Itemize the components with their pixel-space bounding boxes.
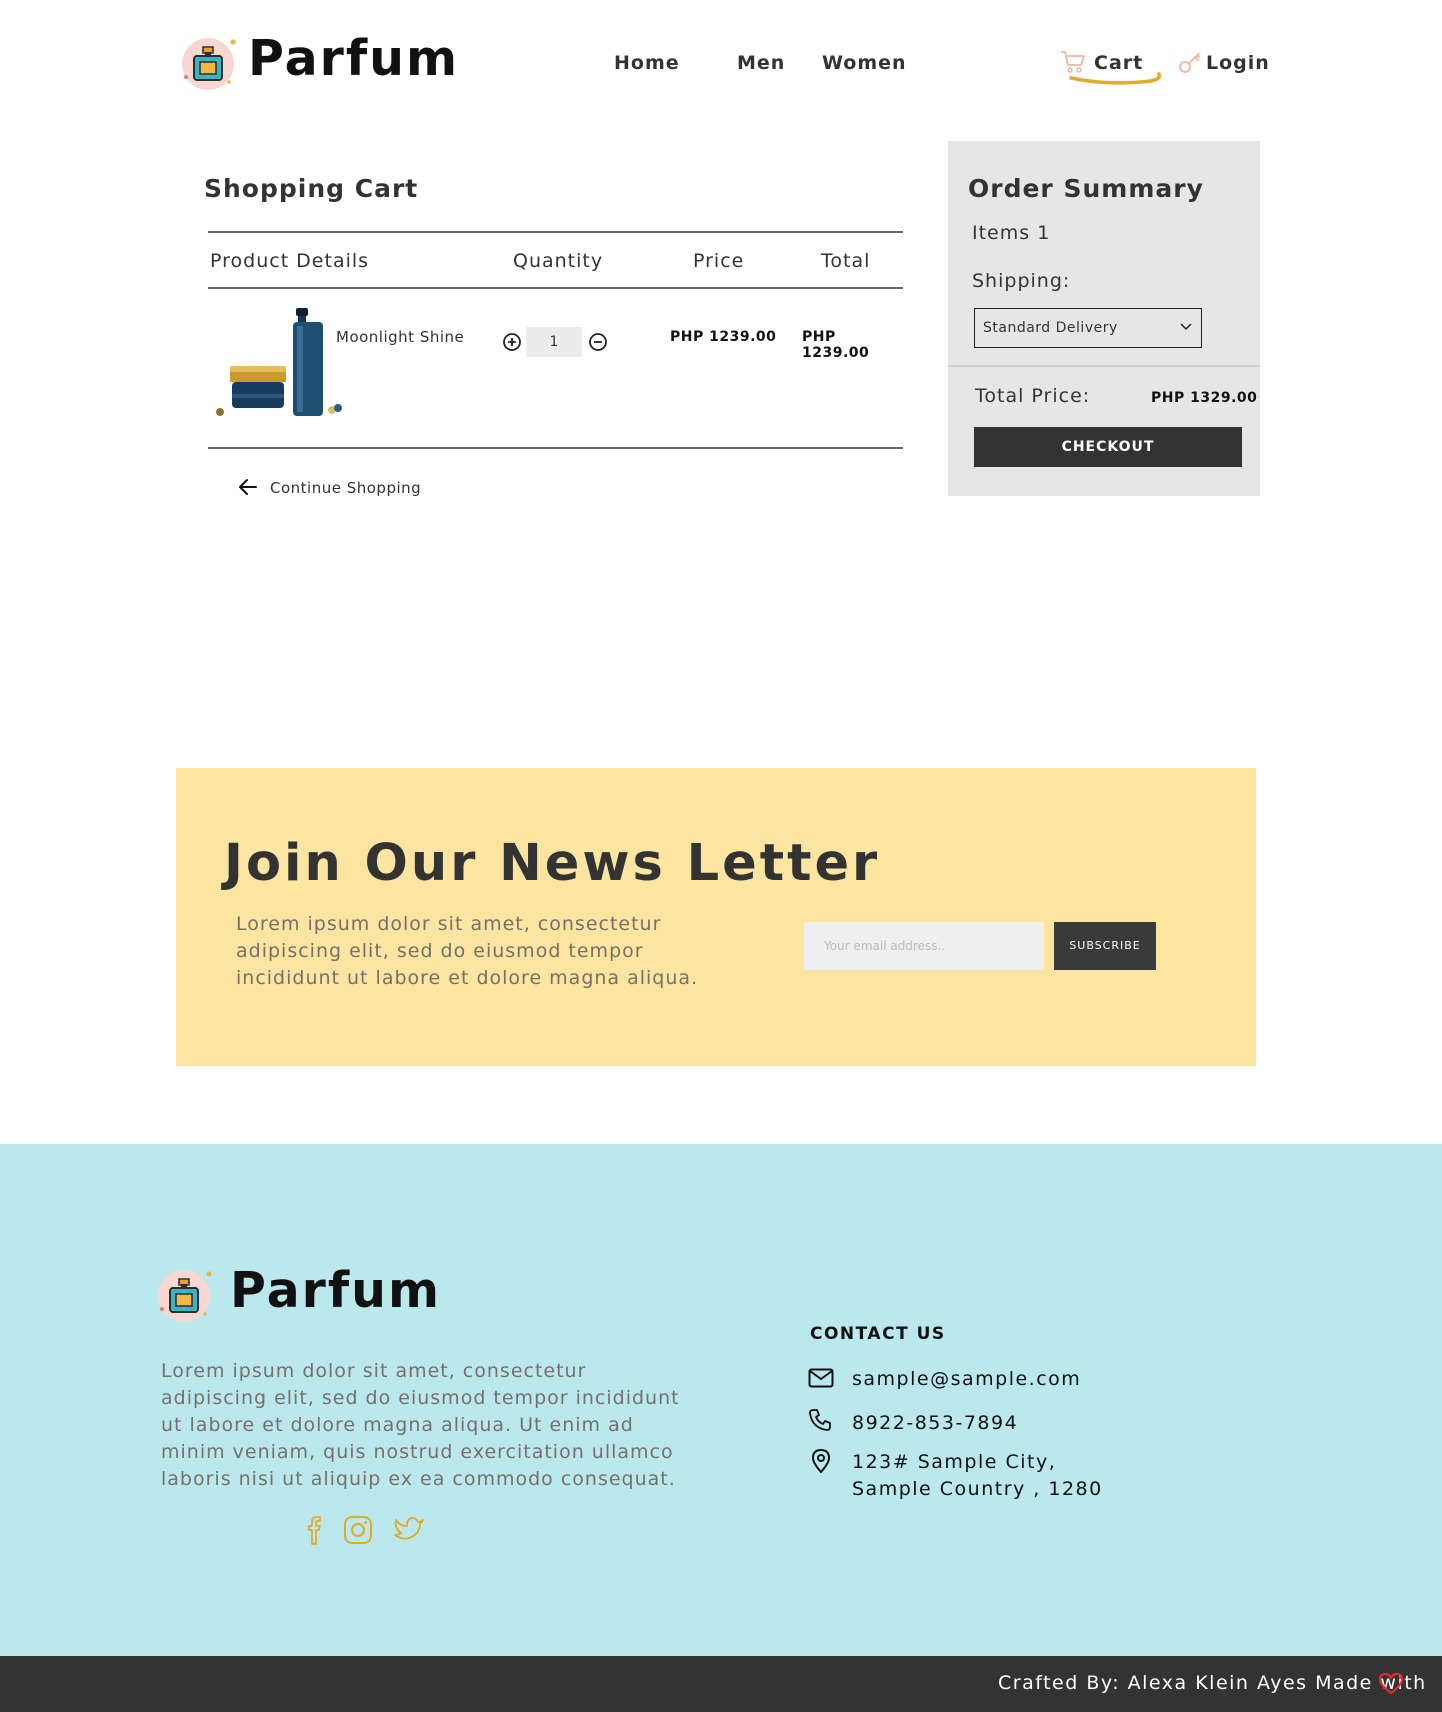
- contact-heading: CONTACT US: [810, 1324, 946, 1344]
- newsletter-section: Join Our News Letter Lorem ipsum dolor s…: [176, 768, 1256, 1066]
- shipping-select[interactable]: Standard Delivery: [974, 308, 1202, 348]
- summary-divider: [948, 365, 1260, 367]
- footer-description: Lorem ipsum dolor sit amet, consectetur …: [161, 1360, 680, 1490]
- continue-shopping-label: Continue Shopping: [270, 479, 422, 497]
- product-image[interactable]: [214, 306, 342, 418]
- arrow-left-icon: [238, 478, 258, 500]
- phone-icon: [808, 1408, 832, 1436]
- cart-header-divider: [208, 287, 903, 289]
- mail-icon: [808, 1368, 834, 1392]
- col-quantity: Quantity: [513, 250, 604, 272]
- nav-men[interactable]: Men: [737, 52, 785, 74]
- quantity-field[interactable]: 1: [526, 327, 582, 357]
- contact-address-line2: Sample Country , 1280: [852, 1478, 1103, 1500]
- credits-text: Crafted By: Alexa Klein Ayes Made with: [998, 1672, 1427, 1694]
- continue-shopping-link[interactable]: Continue Shopping: [238, 476, 438, 500]
- subscribe-button[interactable]: SUBSCRIBE: [1054, 922, 1156, 970]
- key-icon: [1178, 51, 1202, 79]
- product-name[interactable]: Moonlight Shine: [336, 328, 464, 346]
- cart-bottom-divider: [208, 447, 903, 449]
- checkout-button[interactable]: CHECKOUT: [974, 427, 1242, 467]
- minus-circle-icon[interactable]: [588, 332, 608, 352]
- table-row: Moonlight Shine 1 PHP 1239.00 PHP 1239.0…: [208, 290, 903, 448]
- cart-top-divider: [208, 231, 903, 233]
- total-price-value: PHP 1329.00: [1151, 390, 1258, 406]
- perfume-logo-icon[interactable]: [180, 36, 236, 92]
- nav-cart[interactable]: Cart: [1060, 48, 1162, 88]
- footer-brand-name[interactable]: Parfum: [230, 1262, 441, 1319]
- chevron-down-icon: [1179, 320, 1193, 336]
- contact-address-line1: 123# Sample City,: [852, 1451, 1057, 1473]
- nav-women[interactable]: Women: [822, 52, 907, 74]
- cart-underline: [1069, 72, 1162, 85]
- nav-cart-label: Cart: [1094, 52, 1144, 74]
- instagram-icon[interactable]: [342, 1514, 374, 1546]
- nav-login[interactable]: Login: [1178, 48, 1270, 79]
- location-pin-icon: [810, 1448, 832, 1478]
- credits-bar: Crafted By: Alexa Klein Ayes Made with: [0, 1656, 1442, 1712]
- col-total: Total: [821, 250, 871, 272]
- heart-icon: [1378, 1672, 1404, 1700]
- plus-circle-icon[interactable]: [502, 332, 522, 352]
- header: Parfum Home Men Women Cart Login: [0, 0, 1442, 130]
- order-summary-panel: Order Summary Items 1 Shipping: Standard…: [948, 141, 1260, 496]
- newsletter-title: Join Our News Letter: [224, 834, 881, 893]
- items-count: Items 1: [972, 222, 1051, 244]
- email-input[interactable]: [804, 922, 1044, 970]
- nav-home[interactable]: Home: [614, 52, 680, 74]
- contact-phone[interactable]: 8922-853-7894: [852, 1410, 1018, 1437]
- total-price-label: Total Price:: [975, 385, 1091, 407]
- order-summary-title: Order Summary: [968, 174, 1204, 203]
- item-total: PHP 1239.00: [802, 329, 870, 361]
- newsletter-text: Lorem ipsum dolor sit amet, consectetur …: [236, 913, 699, 989]
- contact-email[interactable]: sample@sample.com: [852, 1366, 1081, 1393]
- facebook-icon[interactable]: [302, 1514, 330, 1546]
- shipping-label: Shipping:: [972, 270, 1071, 292]
- twitter-icon[interactable]: [392, 1514, 426, 1546]
- nav-login-label: Login: [1206, 52, 1270, 74]
- footer: Parfum Lorem ipsum dolor sit amet, conse…: [0, 1144, 1442, 1656]
- footer-perfume-logo-icon[interactable]: [156, 1268, 212, 1324]
- brand-name[interactable]: Parfum: [248, 30, 459, 87]
- cart-title: Shopping Cart: [204, 174, 419, 203]
- col-product-details: Product Details: [210, 250, 370, 272]
- col-price: Price: [693, 250, 745, 272]
- shipping-select-value: Standard Delivery: [983, 320, 1118, 336]
- item-price: PHP 1239.00: [670, 329, 777, 345]
